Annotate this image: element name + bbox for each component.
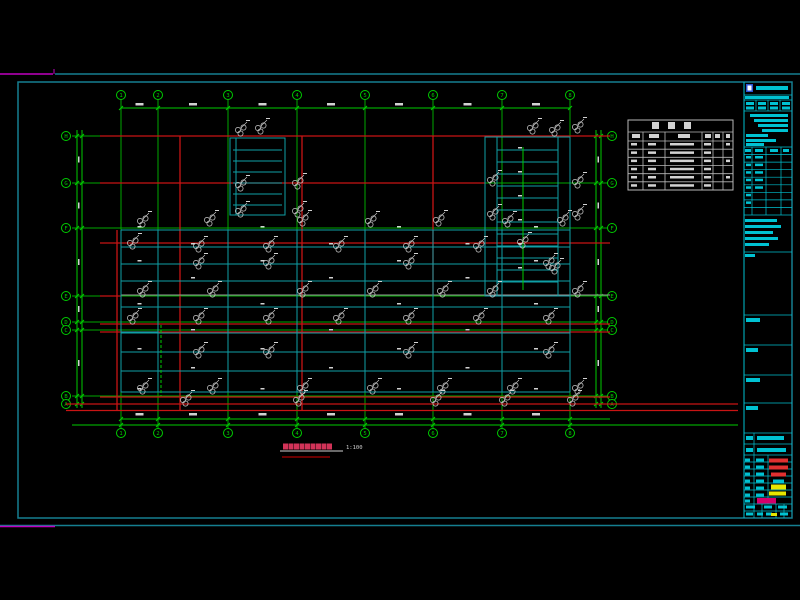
svg-text:7: 7: [500, 431, 503, 437]
svg-text:5: 5: [363, 431, 366, 437]
svg-text:6: 6: [431, 93, 434, 99]
svg-text:H: H: [64, 134, 67, 140]
cad-viewport[interactable]: 1122334455667788HHGGFFEEDDCCBBAA 1:100: [0, 0, 800, 600]
svg-text:E: E: [64, 294, 67, 300]
svg-text:F: F: [610, 226, 613, 232]
svg-text:C: C: [64, 328, 67, 334]
cad-application-window: 1122334455667788HHGGFFEEDDCCBBAA 1:100: [0, 0, 800, 600]
svg-text:G: G: [64, 181, 67, 187]
svg-text:E: E: [610, 294, 613, 300]
drawing-scale-label: 1:100: [346, 445, 363, 451]
svg-text:2: 2: [156, 93, 159, 99]
svg-text:G: G: [610, 181, 613, 187]
svg-text:8: 8: [568, 431, 571, 437]
beam-tag-clusters: [127, 117, 587, 406]
title-block: [744, 84, 792, 518]
svg-text:H: H: [610, 134, 613, 140]
svg-text:C: C: [610, 328, 613, 334]
red-grid-lines: [66, 136, 738, 411]
drawing-title: [280, 444, 343, 458]
stair-shaft-boxes: [121, 137, 570, 396]
svg-text:2: 2: [156, 431, 159, 437]
svg-text:6: 6: [431, 431, 434, 437]
svg-text:3: 3: [226, 93, 229, 99]
drawing-layers: 1122334455667788HHGGFFEEDDCCBBAA: [0, 69, 800, 527]
svg-text:1: 1: [119, 93, 122, 99]
dimension-lines: [72, 103, 738, 427]
svg-text:7: 7: [500, 93, 503, 99]
drawing-title-group: 1:100: [346, 445, 363, 451]
svg-text:8: 8: [568, 93, 571, 99]
svg-text:5: 5: [363, 93, 366, 99]
svg-text:1: 1: [119, 431, 122, 437]
beam-schedule-table: [628, 120, 733, 190]
svg-text:F: F: [64, 226, 67, 232]
svg-text:3: 3: [226, 431, 229, 437]
